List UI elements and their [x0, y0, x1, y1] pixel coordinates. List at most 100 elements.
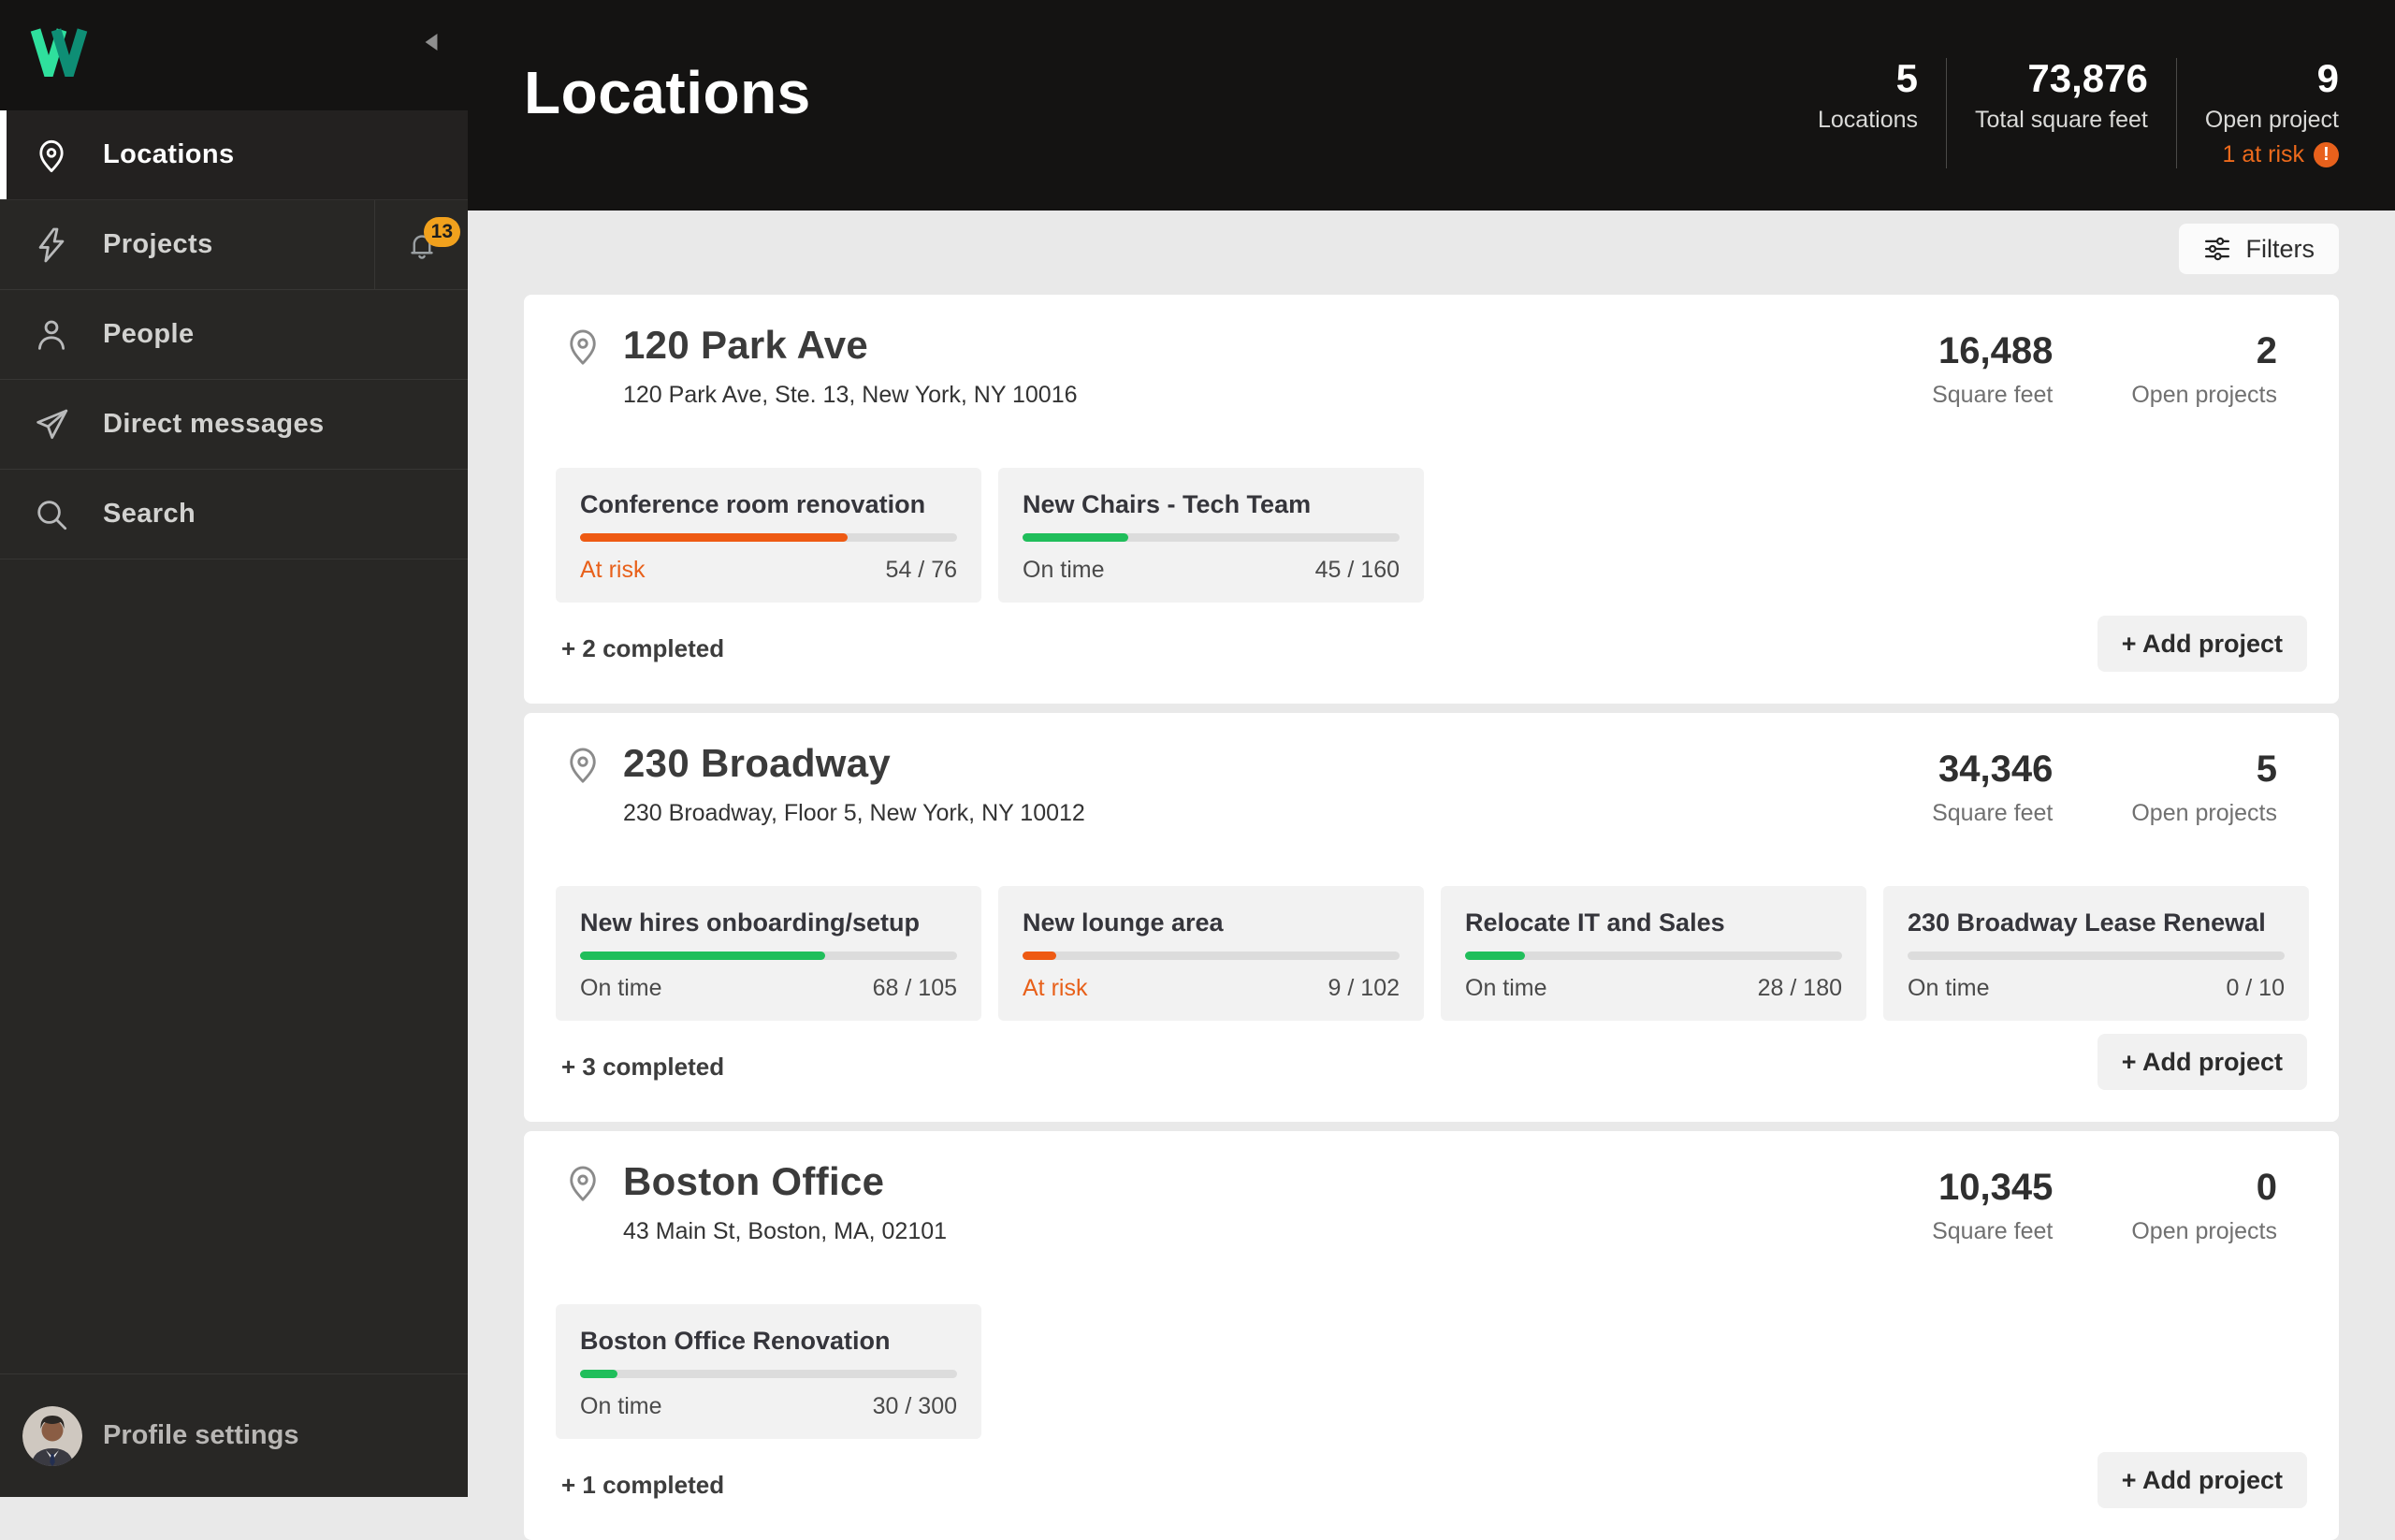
project-tile[interactable]: New Chairs - Tech Team On time 45 / 160 [998, 468, 1424, 603]
project-tile[interactable]: Boston Office Renovation On time 30 / 30… [556, 1304, 981, 1439]
page-title: Locations [524, 59, 811, 126]
project-tile-footer: On time 68 / 105 [580, 975, 957, 1002]
location-pin-icon [561, 1161, 604, 1204]
project-title: New hires onboarding/setup [580, 908, 921, 937]
sidebar: Locations Projects 13 People Direct mess… [0, 0, 468, 1497]
stat-label: Locations [1817, 107, 1919, 134]
filters-button[interactable]: Filters [2178, 224, 2339, 274]
progress-fill [580, 952, 825, 960]
sidebar-item-search[interactable]: Search [0, 470, 468, 559]
location-cards: 120 Park Ave 120 Park Ave, Ste. 13, New … [524, 295, 2339, 1540]
sidebar-item-projects[interactable]: Projects 13 [0, 200, 468, 290]
lightning-icon [32, 225, 71, 265]
completed-projects-link[interactable]: + 2 completed [561, 634, 724, 663]
project-title: 230 Broadway Lease Renewal [1908, 908, 2266, 937]
project-title: Relocate IT and Sales [1465, 908, 1725, 937]
progress-bar [1023, 952, 1400, 960]
sidebar-item-label: Projects [103, 229, 213, 259]
add-project-button[interactable]: + Add project [2097, 1452, 2307, 1508]
sidebar-item-people[interactable]: People [0, 290, 468, 380]
completed-projects-link[interactable]: + 1 completed [561, 1471, 724, 1500]
progress-fill [1023, 952, 1057, 960]
stat-label: Open project [2204, 107, 2339, 134]
toolbar: Filters [468, 211, 2395, 295]
project-progress-count: 30 / 300 [872, 1393, 957, 1419]
at-risk-alert-text: 1 at risk [2222, 141, 2304, 168]
sidebar-nav: Locations Projects 13 People Direct mess… [0, 110, 468, 559]
progress-bar [1465, 952, 1842, 960]
progress-fill [1465, 952, 1526, 960]
square-feet-value: 16,488 [1938, 330, 2054, 371]
sidebar-item-locations[interactable]: Locations [0, 110, 468, 200]
progress-bar [1023, 533, 1400, 542]
location-header: 230 Broadway 230 Broadway, Floor 5, New … [524, 713, 2339, 827]
location-names: 120 Park Ave 120 Park Ave, Ste. 13, New … [623, 323, 1078, 409]
sliders-icon [2203, 235, 2231, 263]
profile-settings-label: Profile settings [103, 1420, 299, 1450]
stat-label: Total square feet [1975, 107, 2148, 134]
profile-settings-button[interactable]: Profile settings [0, 1373, 468, 1497]
project-tile-footer: At risk 54 / 76 [580, 557, 957, 584]
progress-fill [580, 533, 849, 542]
progress-fill [580, 1370, 618, 1378]
project-title: New lounge area [1023, 908, 1224, 937]
square-feet-value: 10,345 [1938, 1167, 2054, 1208]
progress-bar [580, 952, 957, 960]
project-tile-footer: On time 30 / 300 [580, 1393, 957, 1420]
project-tile[interactable]: Relocate IT and Sales On time 28 / 180 [1441, 886, 1866, 1021]
sidebar-logo-area [0, 0, 468, 110]
project-title: Conference room renovation [580, 490, 926, 518]
location-name[interactable]: 120 Park Ave [623, 323, 1078, 368]
location-address: 120 Park Ave, Ste. 13, New York, NY 1001… [623, 382, 1078, 408]
topbar-stats: 5 Locations 73,876 Total square feet 9 O… [1790, 56, 2339, 169]
project-tile-footer: At risk 9 / 102 [1023, 975, 1400, 1002]
location-stats: 10,345 Square feet 0 Open projects [1932, 1159, 2307, 1245]
paper-plane-icon [32, 405, 71, 444]
location-address: 43 Main St, Boston, MA, 02101 [623, 1218, 948, 1244]
project-progress-count: 28 / 180 [1757, 975, 1842, 1001]
completed-projects-link[interactable]: + 3 completed [561, 1053, 724, 1082]
sidebar-item-label: People [103, 319, 195, 349]
location-names: 230 Broadway 230 Broadway, Floor 5, New … [623, 741, 1085, 827]
add-project-button[interactable]: + Add project [2097, 616, 2307, 672]
square-feet-label: Square feet [1932, 800, 2054, 826]
notification-count-badge: 13 [423, 217, 460, 247]
progress-bar [580, 533, 957, 542]
project-title: New Chairs - Tech Team [1023, 490, 1312, 518]
topbar: Locations 5 Locations 73,876 Total squar… [468, 0, 2395, 211]
location-square-feet: 34,346 Square feet [1932, 748, 2053, 827]
location-header: Boston Office 43 Main St, Boston, MA, 02… [524, 1131, 2339, 1245]
sidebar-collapse-icon[interactable] [425, 34, 438, 51]
project-tile[interactable]: 230 Broadway Lease Renewal On time 0 / 1… [1883, 886, 2309, 1021]
add-project-button[interactable]: + Add project [2097, 1034, 2307, 1090]
location-pin-icon [561, 325, 604, 368]
search-icon [32, 495, 71, 534]
alert-exclamation-icon: ! [2314, 142, 2339, 168]
project-progress-count: 0 / 10 [2226, 975, 2285, 1001]
project-progress-count: 45 / 160 [1314, 557, 1400, 583]
location-name[interactable]: Boston Office [623, 1159, 947, 1204]
square-feet-label: Square feet [1932, 1218, 2054, 1244]
project-title: Boston Office Renovation [580, 1327, 891, 1355]
stat-value: 5 [1895, 56, 1919, 100]
sidebar-item-label: Direct messages [103, 409, 325, 439]
project-tile[interactable]: New hires onboarding/setup On time 68 / … [556, 886, 981, 1021]
project-status: On time [580, 1393, 662, 1419]
project-tile[interactable]: Conference room renovation At risk 54 / … [556, 468, 981, 603]
open-projects-label: Open projects [2131, 1218, 2277, 1244]
notifications-button[interactable]: 13 [374, 200, 468, 289]
location-stats: 34,346 Square feet 5 Open projects [1932, 741, 2307, 827]
project-tile[interactable]: New lounge area At risk 9 / 102 [998, 886, 1424, 1021]
stat-total-square-feet: 73,876 Total square feet [1946, 57, 2176, 169]
project-status: On time [1908, 975, 1990, 1001]
user-avatar [22, 1405, 82, 1466]
project-status: At risk [580, 557, 646, 583]
square-feet-value: 34,346 [1938, 748, 2054, 790]
location-name[interactable]: 230 Broadway [623, 741, 1085, 786]
location-address: 230 Broadway, Floor 5, New York, NY 1001… [623, 800, 1085, 826]
sidebar-item-direct-messages[interactable]: Direct messages [0, 380, 468, 470]
open-projects-value: 0 [2256, 1167, 2277, 1208]
app-logo-w-icon [28, 28, 90, 91]
open-projects-value: 2 [2256, 330, 2277, 371]
stat-locations: 5 Locations [1790, 56, 1946, 168]
